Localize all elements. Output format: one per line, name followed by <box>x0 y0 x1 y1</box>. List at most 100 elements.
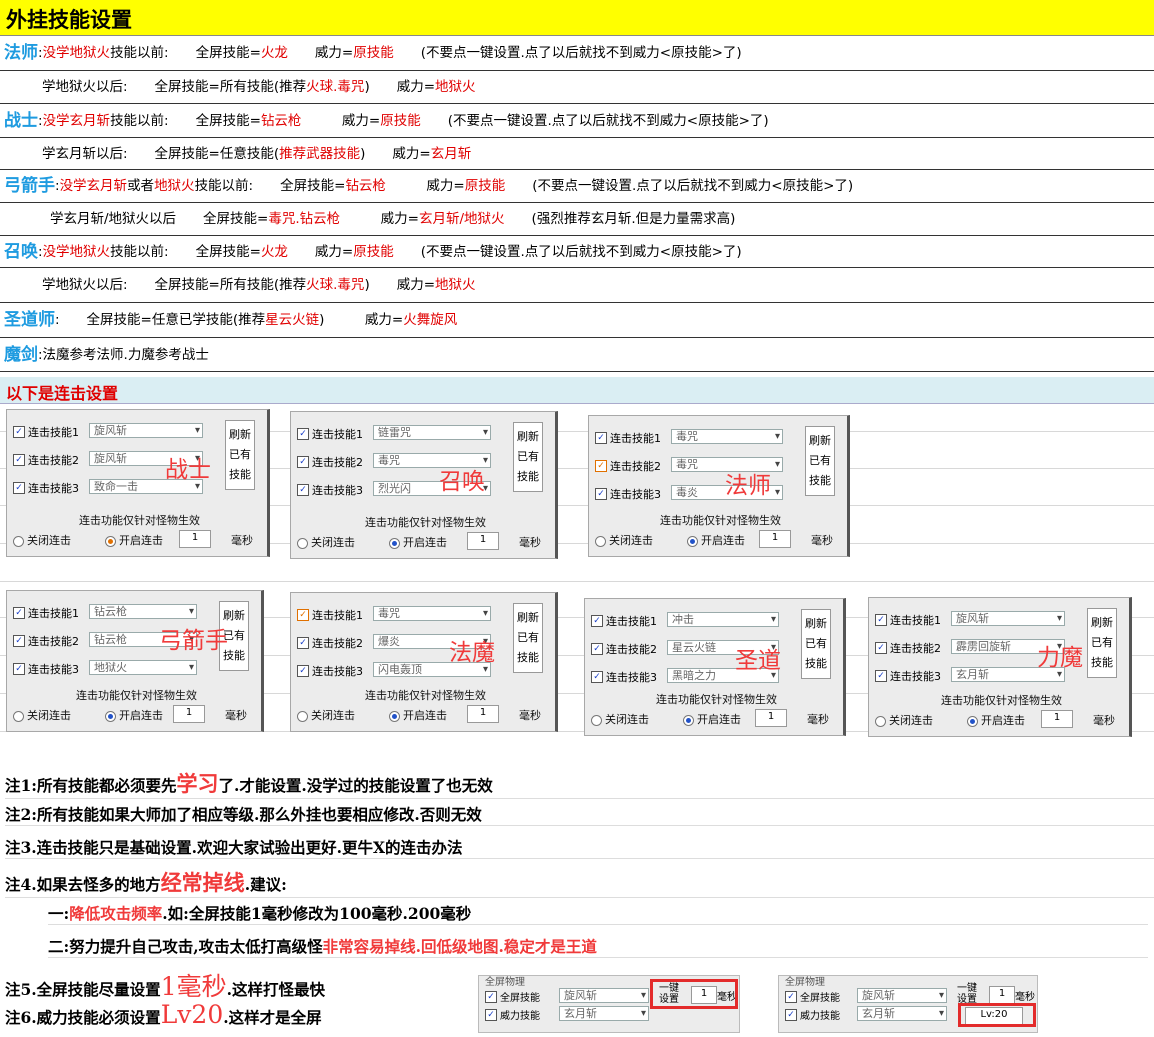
radio-off[interactable]: 关闭连击 <box>875 712 933 728</box>
combo-skill-select[interactable]: 毒咒 <box>373 606 491 621</box>
combo-check-3[interactable]: ✓ 连击技能3 <box>297 663 363 679</box>
refresh-skills-button[interactable]: 刷新 已有 技能 <box>801 609 831 679</box>
combo-check-3[interactable]: ✓ 连击技能3 <box>591 669 657 685</box>
checkbox-icon[interactable]: ✓ <box>875 614 887 626</box>
checkbox-icon[interactable]: ✓ <box>13 426 25 438</box>
radio-off[interactable]: 关闭连击 <box>591 711 649 727</box>
combo-check-1[interactable]: ✓ 连击技能1 <box>13 605 79 621</box>
mini-skill-select-1[interactable]: 旋风斩 <box>559 988 649 1003</box>
combo-ms-input[interactable]: 1 <box>467 705 499 723</box>
checkbox-icon[interactable]: ✓ <box>591 643 603 655</box>
checkbox-icon[interactable]: ✓ <box>297 456 309 468</box>
combo-check-3[interactable]: ✓ 连击技能3 <box>297 482 363 498</box>
checkbox-icon[interactable]: ✓ <box>297 484 309 496</box>
combo-check-3[interactable]: ✓ 连击技能3 <box>13 480 79 496</box>
radio-icon[interactable] <box>105 535 116 547</box>
radio-on[interactable]: 开启连击 <box>389 534 447 550</box>
combo-check-2[interactable]: ✓ 连击技能2 <box>13 633 79 649</box>
checkbox-icon[interactable]: ✓ <box>485 990 497 1003</box>
checkbox-icon[interactable]: ✓ <box>297 609 309 621</box>
radio-icon[interactable] <box>13 710 24 722</box>
combo-check-1[interactable]: ✓ 连击技能1 <box>297 426 363 442</box>
radio-on[interactable]: 开启连击 <box>967 712 1025 728</box>
radio-icon[interactable] <box>389 537 400 549</box>
checkbox-icon[interactable]: ✓ <box>13 607 25 619</box>
radio-icon[interactable] <box>105 710 116 722</box>
checkbox-icon[interactable]: ✓ <box>591 615 603 627</box>
checkbox-icon[interactable]: ✓ <box>595 460 607 472</box>
combo-ms-input[interactable]: 1 <box>467 532 499 550</box>
radio-icon[interactable] <box>683 714 694 726</box>
radio-off[interactable]: 关闭连击 <box>595 532 653 548</box>
combo-check-2[interactable]: ✓ 连击技能2 <box>875 640 941 656</box>
radio-icon[interactable] <box>297 710 308 722</box>
combo-check-1[interactable]: ✓ 连击技能1 <box>297 607 363 623</box>
radio-icon[interactable] <box>297 537 308 549</box>
checkbox-icon[interactable]: ✓ <box>13 454 25 466</box>
refresh-skills-button[interactable]: 刷新 已有 技能 <box>513 422 543 492</box>
radio-on[interactable]: 开启连击 <box>105 532 163 548</box>
radio-off[interactable]: 关闭连击 <box>13 707 71 723</box>
checkbox-icon[interactable]: ✓ <box>595 432 607 444</box>
radio-icon[interactable] <box>591 714 602 726</box>
checkbox-icon[interactable]: ✓ <box>13 482 25 494</box>
refresh-skills-button[interactable]: 刷新 已有 技能 <box>1087 608 1117 678</box>
radio-off[interactable]: 关闭连击 <box>297 534 355 550</box>
combo-skill-select[interactable]: 冲击 <box>667 612 779 627</box>
combo-check-2[interactable]: ✓ 连击技能2 <box>13 452 79 468</box>
radio-on[interactable]: 开启连击 <box>687 532 745 548</box>
radio-on[interactable]: 开启连击 <box>105 707 163 723</box>
radio-on[interactable]: 开启连击 <box>389 707 447 723</box>
checkbox-icon[interactable]: ✓ <box>297 428 309 440</box>
combo-skill-select[interactable]: 毒咒 <box>671 429 783 444</box>
mini-skill-select-1[interactable]: 旋风斩 <box>857 988 947 1003</box>
combo-skill-select[interactable]: 钻云枪 <box>89 604 197 619</box>
combo-check-2[interactable]: ✓ 连击技能2 <box>297 635 363 651</box>
radio-on[interactable]: 开启连击 <box>683 711 741 727</box>
mini-skill-select-2[interactable]: 玄月斩 <box>559 1006 649 1021</box>
combo-check-3[interactable]: ✓ 连击技能3 <box>595 486 661 502</box>
combo-skill-select[interactable]: 链雷咒 <box>373 425 491 440</box>
radio-icon[interactable] <box>389 710 400 722</box>
checkbox-icon[interactable]: ✓ <box>595 488 607 500</box>
combo-ms-input[interactable]: 1 <box>179 530 211 548</box>
refresh-skills-button[interactable]: 刷新 已有 技能 <box>805 426 835 496</box>
radio-off[interactable]: 关闭连击 <box>13 532 71 548</box>
mini-ms-input[interactable]: 1 <box>989 986 1015 1004</box>
radio-icon[interactable] <box>13 535 24 547</box>
combo-skill-select[interactable]: 旋风斩 <box>89 423 203 438</box>
radio-off[interactable]: 关闭连击 <box>297 707 355 723</box>
combo-check-1[interactable]: ✓ 连击技能1 <box>595 430 661 446</box>
checkbox-icon[interactable]: ✓ <box>591 671 603 683</box>
checkbox-icon[interactable]: ✓ <box>13 635 25 647</box>
checkbox-icon[interactable]: ✓ <box>13 663 25 675</box>
mini-yijian-button[interactable]: 一键 设置 <box>957 983 977 1005</box>
combo-check-3[interactable]: ✓ 连击技能3 <box>13 661 79 677</box>
checkbox-icon[interactable]: ✓ <box>785 990 797 1003</box>
combo-ms-input[interactable]: 1 <box>173 705 205 723</box>
checkbox-icon[interactable]: ✓ <box>297 637 309 649</box>
combo-check-2[interactable]: ✓ 连击技能2 <box>591 641 657 657</box>
checkbox-icon[interactable]: ✓ <box>485 1008 497 1021</box>
combo-check-2[interactable]: ✓ 连击技能2 <box>297 454 363 470</box>
combo-ms-input[interactable]: 1 <box>759 530 791 548</box>
radio-icon[interactable] <box>967 715 978 727</box>
refresh-skills-button[interactable]: 刷新 已有 技能 <box>225 420 255 490</box>
radio-icon[interactable] <box>595 535 606 547</box>
combo-skill-select[interactable]: 旋风斩 <box>951 611 1065 626</box>
combo-check-2[interactable]: ✓ 连击技能2 <box>595 458 661 474</box>
radio-icon[interactable] <box>687 535 698 547</box>
radio-icon[interactable] <box>875 715 886 727</box>
combo-check-3[interactable]: ✓ 连击技能3 <box>875 668 941 684</box>
checkbox-icon[interactable]: ✓ <box>875 670 887 682</box>
checkbox-icon[interactable]: ✓ <box>875 642 887 654</box>
combo-check-1[interactable]: ✓ 连击技能1 <box>13 424 79 440</box>
combo-skill-select[interactable]: 地狱火 <box>89 660 197 675</box>
checkbox-icon[interactable]: ✓ <box>297 665 309 677</box>
refresh-skills-button[interactable]: 刷新 已有 技能 <box>513 603 543 673</box>
combo-ms-input[interactable]: 1 <box>755 709 787 727</box>
combo-check-1[interactable]: ✓ 连击技能1 <box>875 612 941 628</box>
checkbox-icon[interactable]: ✓ <box>785 1008 797 1021</box>
mini-skill-select-2[interactable]: 玄月斩 <box>857 1006 947 1021</box>
combo-ms-input[interactable]: 1 <box>1041 710 1073 728</box>
